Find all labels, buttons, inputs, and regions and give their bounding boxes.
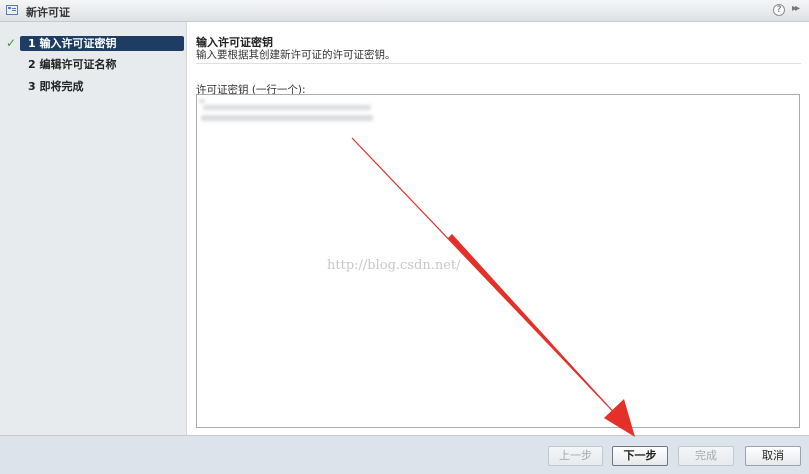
- step-number: 2: [28, 58, 36, 71]
- help-icon[interactable]: ?: [773, 4, 785, 16]
- step-label: 即将完成: [39, 80, 84, 93]
- expand-icon[interactable]: ▸▸: [792, 3, 800, 14]
- step-label: 编辑许可证名称: [39, 58, 117, 71]
- wizard-footer: 上一步 下一步 完成 取消: [0, 435, 809, 474]
- dialog-titlebar: 新许可证 ? ▸▸: [0, 0, 809, 22]
- watermark: http://blog.csdn.net/: [327, 258, 461, 273]
- dialog-title: 新许可证: [26, 6, 70, 19]
- step-number: 3: [28, 80, 36, 93]
- finish-button[interactable]: 完成: [678, 446, 734, 466]
- wizard-content: 输入许可证密钥 输入要根据其创建新许可证的许可证密钥。 许可证密钥 (一行一个)…: [188, 22, 809, 435]
- dialog-window-icon: [6, 5, 18, 15]
- step-number: 1: [28, 37, 36, 50]
- cancel-button[interactable]: 取消: [745, 446, 801, 466]
- wizard-step-3[interactable]: 3 即将完成: [20, 79, 184, 94]
- wizard-step-1[interactable]: ✓ 1 输入许可证密钥: [6, 36, 184, 51]
- next-button[interactable]: 下一步: [612, 446, 668, 466]
- divider: [196, 63, 801, 64]
- step-label: 输入许可证密钥: [39, 37, 117, 50]
- redacted-key: [201, 115, 373, 121]
- check-icon: ✓: [6, 36, 17, 50]
- page-description: 输入要根据其创建新许可证的许可证密钥。: [196, 49, 396, 61]
- license-key-textarea[interactable]: http://blog.csdn.net/: [196, 94, 800, 428]
- back-button[interactable]: 上一步: [548, 446, 603, 466]
- redacted-key: [203, 105, 371, 110]
- redacted-key: [199, 99, 205, 103]
- wizard-step-2[interactable]: 2 编辑许可证名称: [20, 57, 184, 72]
- wizard-steps-sidebar: ✓ 1 输入许可证密钥 2 编辑许可证名称 3 即将完成: [0, 22, 187, 435]
